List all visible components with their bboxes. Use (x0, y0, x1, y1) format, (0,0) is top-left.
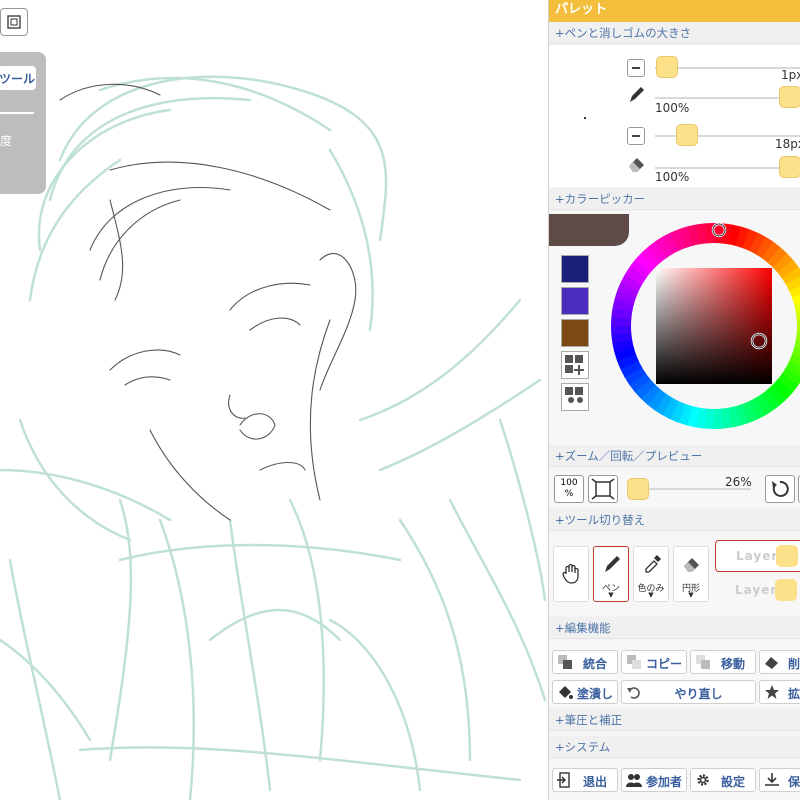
pen-size-slider[interactable] (656, 56, 679, 78)
color-swatch[interactable] (561, 287, 589, 315)
tool-tab[interactable]: ツール (0, 66, 36, 90)
eraser-opacity-slider[interactable] (779, 156, 800, 178)
dropdown-arrow-icon: ▼ (688, 591, 694, 599)
zoom-value: 26% (725, 475, 752, 489)
eraser-icon (629, 158, 644, 172)
redo-icon (627, 687, 640, 699)
layer-2-visibility[interactable] (775, 579, 797, 601)
section-system[interactable]: +システム (549, 736, 800, 758)
copy-button[interactable]: コピー (621, 650, 687, 674)
canvas-layout-button[interactable] (0, 8, 28, 36)
section-edit[interactable]: +編集機能 (549, 617, 800, 639)
participants-button[interactable]: 参加者 (621, 768, 687, 792)
zoom-panel: 100 % 26% (549, 468, 800, 508)
save-button[interactable]: 保 (759, 768, 800, 792)
tool-hand[interactable] (553, 546, 589, 602)
zoom-100-button[interactable]: 100 % (554, 475, 584, 503)
add-grid-icon (565, 355, 584, 375)
frame-icon (7, 15, 21, 29)
pen-icon (605, 556, 620, 572)
fit-screen-icon (591, 478, 615, 500)
eraser-size-minus-button[interactable] (627, 127, 645, 145)
layer-2[interactable]: Layer2 (715, 575, 800, 607)
copy-button-label: コピー (646, 657, 683, 671)
pen-eraser-panel: 1px 100% 18px 100% (549, 45, 800, 187)
layer-1-visibility[interactable] (776, 545, 798, 567)
brush-preview-dot (584, 117, 586, 119)
fill-button[interactable]: 塗潰し (552, 680, 618, 704)
tool-pen[interactable]: ペン ▼ (593, 546, 629, 602)
copy-icon (627, 655, 641, 669)
section-color-picker[interactable]: +カラーピッカー (549, 188, 800, 210)
merge-button-label: 統合 (582, 657, 607, 671)
merge-icon (558, 655, 572, 669)
section-tool-switch[interactable]: +ツール切り替え (549, 509, 800, 531)
palette-title: パレット (549, 0, 800, 22)
dropdown-arrow-icon: ▼ (648, 591, 654, 599)
clear-button-label: 削 (787, 657, 800, 671)
remove-swatch-button[interactable] (561, 383, 589, 411)
pen-icon (630, 87, 644, 102)
participants-button-label: 参加者 (646, 775, 683, 789)
move-button-label: 移動 (720, 657, 745, 671)
fit-screen-button[interactable] (588, 475, 618, 503)
section-zoom[interactable]: +ズーム／回転／プレビュー (549, 445, 800, 467)
eyedropper-icon (645, 555, 661, 573)
exit-button[interactable]: 退出 (552, 768, 618, 792)
exit-icon (557, 772, 570, 788)
tool-popup: ツール 度 (0, 52, 46, 194)
eraser-size-value: 18px (775, 137, 800, 151)
star-icon (765, 685, 779, 699)
tool-eraser[interactable]: 円形 ▼ (673, 546, 709, 602)
fill-button-label: 塗潰し (577, 687, 614, 701)
layer-1[interactable]: Layer1 (715, 540, 800, 572)
color-swatch[interactable] (561, 255, 589, 283)
extend-button[interactable]: 拡 (759, 680, 800, 704)
pen-opacity-value: 100% (655, 101, 690, 115)
save-button-label: 保 (787, 775, 800, 789)
move-button[interactable]: 移動 (690, 650, 756, 674)
popup-label: 度 (0, 134, 13, 148)
exit-button-label: 退出 (582, 775, 607, 789)
hand-icon (562, 563, 579, 584)
zoom-slider[interactable] (627, 478, 649, 500)
settings-button[interactable]: 設定 (690, 768, 756, 792)
section-pressure[interactable]: +筆圧と補正 (549, 709, 800, 731)
gear-icon (697, 774, 709, 786)
dropdown-arrow-icon: ▼ (608, 591, 614, 599)
bucket-icon (559, 686, 573, 699)
add-swatch-button[interactable] (561, 351, 589, 379)
section-pen-eraser-size[interactable]: +ペンと消しゴムの大きさ (549, 22, 800, 44)
extend-button-label: 拡 (787, 687, 800, 701)
pen-size-value: 1px (781, 68, 800, 82)
merge-button[interactable]: 統合 (552, 650, 618, 674)
pen-size-minus-button[interactable] (627, 59, 645, 77)
eraser-icon (684, 558, 699, 572)
grid-person-icon (565, 387, 583, 403)
value-gradient (656, 268, 772, 384)
people-icon (626, 774, 642, 787)
settings-button-label: 設定 (720, 775, 745, 789)
palette-panel: パレット +ペンと消しゴムの大きさ 1px 100% 18px 100% +カラ… (548, 0, 800, 800)
rotate-icon (772, 480, 789, 497)
move-icon (696, 655, 710, 669)
color-swatch[interactable] (561, 319, 589, 347)
sketch-drawing (0, 75, 547, 800)
color-wheel[interactable] (605, 213, 800, 443)
redo-button[interactable]: やり直し (621, 680, 756, 704)
popup-divider (0, 112, 34, 114)
color-picker-panel (549, 211, 800, 445)
pen-opacity-slider[interactable] (779, 86, 800, 108)
clear-button[interactable]: 削 (759, 650, 800, 674)
redo-button-label: やり直し (674, 687, 723, 701)
eraser-size-slider[interactable] (676, 124, 699, 146)
eraser-opacity-value: 100% (655, 170, 690, 184)
download-icon (765, 773, 779, 786)
clear-icon (765, 657, 778, 669)
drawing-canvas[interactable]: ツール 度 (0, 0, 548, 800)
rotate-button[interactable] (765, 475, 795, 503)
tool-eyedropper[interactable]: 色のみ ▼ (633, 546, 669, 602)
